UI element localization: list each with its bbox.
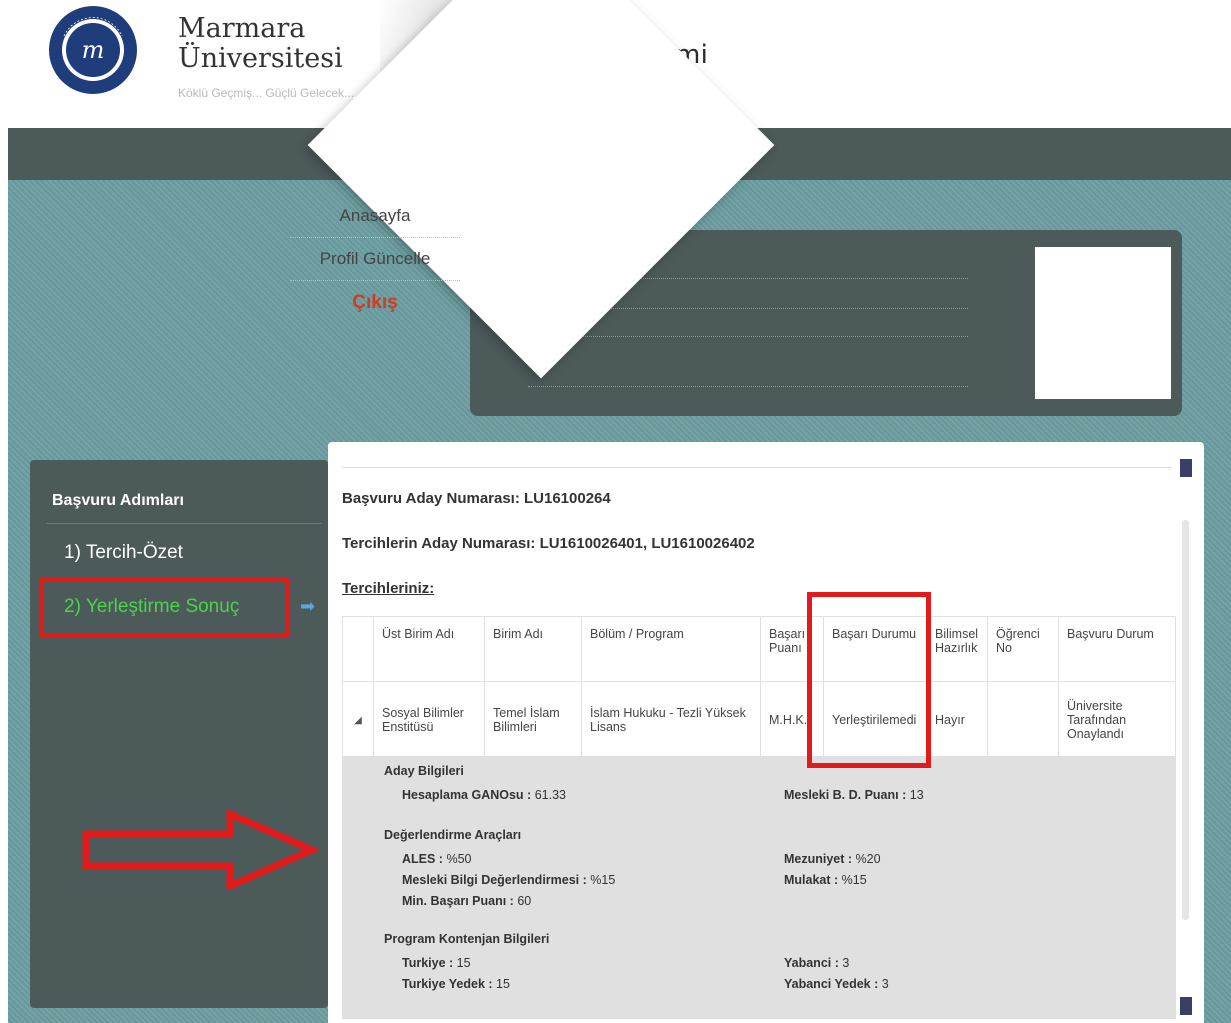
detail-section-title: Değerlendirme Araçları — [384, 828, 522, 842]
scroll-up-button[interactable] — [1180, 459, 1192, 477]
detail-gano: Hesaplama GANOsu : 61.33 — [402, 788, 566, 802]
sidebar-title: Başvuru Adımları — [52, 492, 184, 509]
detail-value: %20 — [855, 852, 881, 866]
detail-value: %15 — [590, 873, 616, 887]
table-header-row: Üst Birim Adı Birim Adı Bölüm / Program … — [342, 616, 1176, 682]
detail-value: %15 — [841, 873, 867, 887]
detail-label: Yabanci Yedek : — [784, 977, 879, 991]
profile-line — [528, 386, 968, 388]
table-row[interactable]: ◢ Sosyal Bilimler Enstitüsü Temel İslam … — [342, 681, 1176, 759]
detail-mesleki: Mesleki B. D. Puanı : 13 — [784, 788, 924, 802]
detail-label: Hesaplama GANOsu : — [402, 788, 532, 802]
profile-photo — [1035, 247, 1171, 399]
preferences-table: Üst Birim Adı Birim Adı Bölüm / Program … — [342, 616, 1176, 759]
detail-label: Turkiye Yedek : — [402, 977, 493, 991]
highlight-box-durum — [807, 592, 931, 768]
table-header: Bölüm / Program — [581, 616, 761, 682]
preferences-title: Tercihleriniz: — [342, 580, 435, 597]
next-table-row — [342, 1018, 1176, 1023]
table-header: Başvuru Durum — [1058, 616, 1176, 682]
cell-ust-birim: Sosyal Bilimler Enstitüsü — [373, 681, 485, 759]
detail-label: Min. Başarı Puanı : — [402, 894, 514, 908]
detail-value: 13 — [909, 788, 924, 802]
detail-ales: ALES : %50 — [402, 852, 472, 866]
university-slogan: Köklü Geçmiş... Güçlü Gelecek... — [178, 86, 355, 100]
detail-label: ALES : — [402, 852, 443, 866]
main-menu: Anasayfa Profil Güncelle Çıkış — [290, 200, 460, 320]
table-header: Birim Adı — [484, 616, 582, 682]
steps-sidebar: Başvuru Adımları 1) Tercih-Özet 2) Yerle… — [30, 460, 328, 1008]
menu-profile-link[interactable]: Profil Güncelle — [290, 243, 460, 275]
cell-ogrenci-no — [987, 681, 1059, 759]
scroll-down-button[interactable] — [1180, 997, 1192, 1015]
university-name-line2: Üniversitesi — [178, 43, 343, 74]
cell-bilimsel: Hayır — [926, 681, 988, 759]
svg-text:m: m — [82, 36, 105, 64]
step-tercih-ozet[interactable]: 1) Tercih-Özet — [64, 542, 183, 564]
menu-exit-link[interactable]: Çıkış — [290, 286, 460, 320]
detail-yabanci-yedek: Yabanci Yedek : 3 — [784, 977, 889, 991]
table-header: Üst Birim Adı — [373, 616, 485, 682]
preference-numbers: Tercihlerin Aday Numarası: LU1610026401,… — [342, 535, 755, 552]
detail-value: 61.33 — [534, 788, 566, 802]
step-yerlestirme-sonuc[interactable]: 2) Yerleştirme Sonuç — [64, 596, 239, 618]
detail-value: 3 — [881, 977, 889, 991]
sidebar-divider — [46, 523, 322, 524]
detail-value: 15 — [456, 956, 471, 970]
scrollbar-rail[interactable] — [1182, 520, 1189, 920]
university-name-line1: Marmara — [178, 13, 306, 44]
annotation-arrow-icon — [82, 810, 320, 890]
detail-min-puan: Min. Başarı Puanı : 60 — [402, 894, 531, 908]
expand-toggle-icon[interactable]: ◢ — [342, 681, 374, 759]
table-header-expand — [342, 616, 374, 682]
cell-basvuru-durum: Üniversite Tarafından Onaylandı — [1058, 681, 1176, 759]
detail-yabanci: Yabanci : 3 — [784, 956, 849, 970]
detail-label: Mesleki Bilgi Değerlendirmesi : — [402, 873, 587, 887]
detail-section-title: Program Kontenjan Bilgileri — [384, 932, 550, 946]
university-seal-logo[interactable]: m — [48, 0, 138, 104]
detail-value: 3 — [842, 956, 850, 970]
detail-label: Mesleki B. D. Puanı : — [784, 788, 907, 802]
applicant-number: Başvuru Aday Numarası: LU16100264 — [342, 490, 611, 507]
detail-mezuniyet: Mezuniyet : %20 — [784, 852, 881, 866]
menu-divider — [290, 280, 460, 281]
results-panel: Başvuru Aday Numarası: LU16100264 Tercih… — [328, 442, 1204, 1023]
detail-label: Mulakat : — [784, 873, 839, 887]
profile-line — [528, 336, 968, 338]
university-name: Marmara Üniversitesi — [178, 14, 343, 74]
detail-mbd: Mesleki Bilgi Değerlendirmesi : %15 — [402, 873, 615, 887]
cell-birim: Temel İslam Bilimleri — [484, 681, 582, 759]
detail-mulakat: Mulakat : %15 — [784, 873, 867, 887]
detail-value: 60 — [517, 894, 532, 908]
detail-value: %50 — [446, 852, 472, 866]
detail-label: Turkiye : — [402, 956, 454, 970]
row-detail-panel: Aday Bilgileri Hesaplama GANOsu : 61.33 … — [342, 756, 1176, 1018]
detail-section-title: Aday Bilgileri — [384, 764, 464, 778]
arrow-right-icon: ➡ — [300, 596, 316, 617]
detail-label: Mezuniyet : — [784, 852, 853, 866]
cell-program: İslam Hukuku - Tezli Yüksek Lisans — [581, 681, 761, 759]
detail-value: 15 — [496, 977, 510, 991]
detail-label: Yabanci : — [784, 956, 839, 970]
detail-turkiye-yedek: Turkiye Yedek : 15 — [402, 977, 510, 991]
content-divider — [342, 467, 1172, 468]
menu-home-link[interactable]: Anasayfa — [290, 200, 460, 232]
detail-turkiye: Turkiye : 15 — [402, 956, 471, 970]
table-header: Bilimsel Hazırlık — [926, 616, 988, 682]
menu-divider — [290, 237, 460, 238]
table-header: Öğrenci No — [987, 616, 1059, 682]
